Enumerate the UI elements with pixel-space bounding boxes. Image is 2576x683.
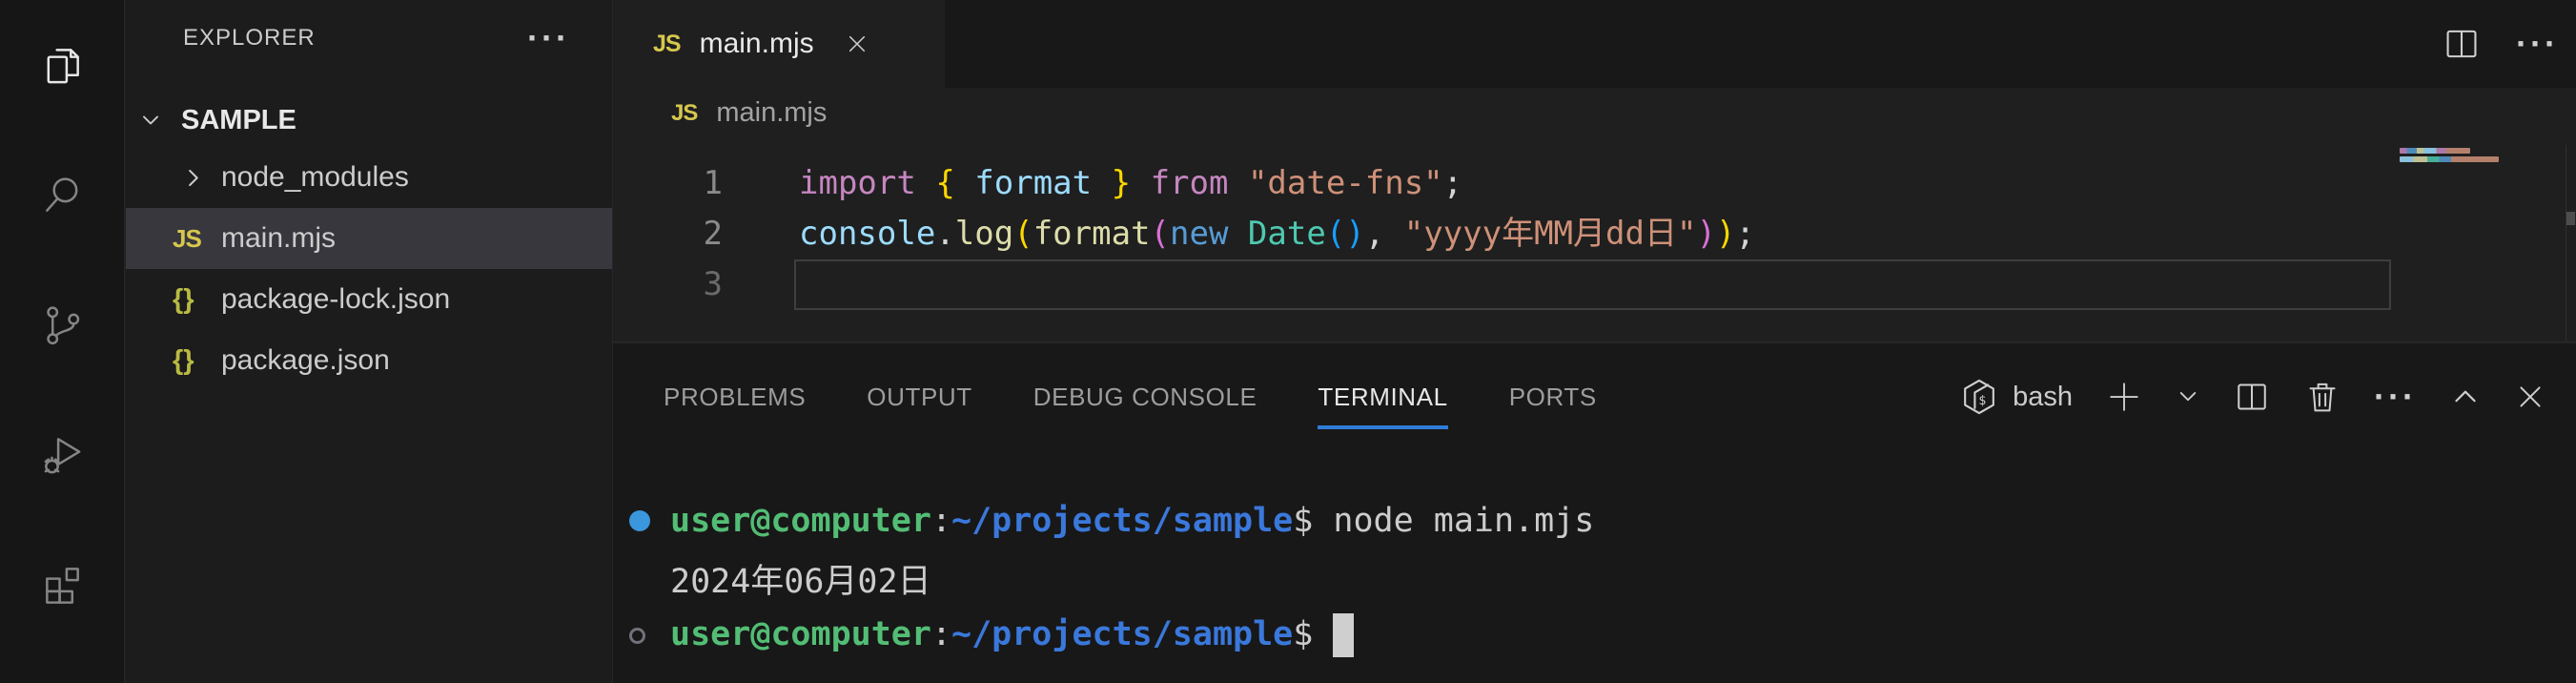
terminal-row: user@computer:~/projects/sample$ (613, 607, 2576, 664)
line-number: 2 (613, 209, 723, 259)
tree-item-icon (173, 165, 221, 191)
tree-item-icon: {} (173, 345, 221, 377)
editor-group: JS main.mjs ··· JS main.mjs 1 import { fo… (612, 0, 2576, 683)
terminal-gutter (613, 628, 670, 644)
terminal-text: 2024年06月02日 (670, 554, 931, 603)
close-icon (845, 31, 869, 56)
js-file-icon: JS (653, 31, 681, 58)
activity-item-source-control[interactable] (0, 259, 124, 389)
tree-item-icon: {} (173, 284, 221, 316)
panel-tab-problems[interactable]: PROBLEMS (664, 343, 806, 450)
search-icon (40, 173, 85, 217)
activity-item-search[interactable] (0, 130, 124, 259)
explorer-more-icon[interactable]: ··· (527, 29, 570, 48)
minimap-line (2400, 148, 2470, 154)
line-number: 1 (613, 158, 723, 209)
panel-tabs: PROBLEMS OUTPUT DEBUG CONSOLE TERMINAL PORTS (664, 343, 1658, 450)
tree-item-label: package.json (221, 344, 390, 377)
command-success-dot-icon (629, 510, 650, 531)
terminal-cursor (1333, 613, 1354, 657)
extensions-icon (40, 562, 85, 607)
terminal-text: user@computer:~/projects/sample$ (670, 613, 1354, 657)
explorer-item-package.json[interactable]: {} package.json (126, 330, 612, 391)
explorer-root-label: SAMPLE (181, 105, 296, 136)
chevron-right-icon (180, 165, 206, 191)
activity-item-explorer[interactable] (0, 0, 124, 130)
panel-actions: $ bash ··· (1959, 343, 2546, 450)
panel-header: PROBLEMS OUTPUT DEBUG CONSOLE TERMINAL PORTS… (613, 343, 2576, 450)
activity-bar (0, 0, 125, 683)
explorer-root-folder[interactable]: SAMPLE (126, 93, 612, 147)
kill-terminal-trash-icon[interactable] (2303, 378, 2341, 416)
explorer-tree-items: node_modules JS main.mjs {} package-lock.jso… (126, 147, 612, 391)
editor-scrollbar[interactable] (2566, 145, 2576, 342)
json-file-icon: {} (173, 284, 194, 316)
js-file-icon: JS (173, 224, 201, 254)
editor-scrollbar-thumb[interactable] (2566, 212, 2575, 225)
tree-item-icon: JS (173, 224, 221, 254)
editor-actions: ··· (2442, 0, 2559, 88)
code-text: import { format } from "date-fns"; (799, 158, 1462, 209)
command-pending-circle-icon (629, 628, 645, 644)
panel-tab-debug-console[interactable]: DEBUG CONSOLE (1033, 343, 1257, 450)
explorer-item-node_modules[interactable]: node_modules (126, 147, 612, 208)
terminal-row: 2024年06月02日 (613, 549, 2576, 607)
bottom-panel: PROBLEMS OUTPUT DEBUG CONSOLE TERMINAL PORTS… (613, 342, 2576, 683)
tree-item-label: node_modules (221, 161, 409, 194)
files-icon (40, 43, 85, 88)
activity-item-run-debug[interactable] (0, 389, 124, 519)
run-and-debug-icon (40, 432, 85, 477)
panel-tab-output[interactable]: OUTPUT (867, 343, 971, 450)
chevron-down-icon (137, 107, 164, 134)
explorer-title: EXPLORER (183, 25, 316, 52)
activity-item-extensions[interactable] (0, 519, 124, 649)
js-file-icon: JS (671, 100, 697, 127)
tree-item-label: main.mjs (221, 222, 336, 255)
explorer-header: EXPLORER ··· (126, 0, 612, 76)
tab-label: main.mjs (700, 28, 814, 60)
close-panel-icon[interactable] (2514, 381, 2546, 413)
code-lines: 1 import { format } from "date-fns"; 2 cons… (613, 158, 2576, 310)
minimap[interactable] (2400, 148, 2503, 205)
code-editor[interactable]: 1 import { format } from "date-fns"; 2 cons… (613, 138, 2576, 342)
editor-more-icon[interactable]: ··· (2516, 34, 2559, 53)
terminal-gutter (613, 510, 670, 531)
line-number: 3 (613, 259, 723, 310)
terminal-row: user@computer:~/projects/sample$ node ma… (613, 492, 2576, 549)
code-line-2[interactable]: 2 console.log(format(new Date(), "yyyy年MM… (613, 209, 2576, 259)
terminal-text: user@computer:~/projects/sample$ node ma… (670, 502, 1594, 540)
panel-more-icon[interactable]: ··· (2374, 387, 2417, 406)
breadcrumb-file-label: main.mjs (716, 97, 827, 129)
bash-terminal-icon: $ (1959, 377, 1999, 417)
new-terminal-icon[interactable] (2105, 378, 2143, 416)
panel-tab-terminal[interactable]: TERMINAL (1318, 343, 1447, 450)
explorer-item-package-lock.json[interactable]: {} package-lock.json (126, 269, 612, 330)
tree-item-label: package-lock.json (221, 283, 450, 316)
tab-close-button[interactable] (845, 31, 869, 56)
terminal-output[interactable]: user@computer:~/projects/sample$ node ma… (613, 492, 2576, 664)
tab-main-mjs[interactable]: JS main.mjs (613, 0, 945, 88)
code-line-3[interactable]: 3 (613, 259, 2576, 310)
sidebar-explorer: EXPLORER ··· SAMPLE node_modules JS main.m… (126, 0, 612, 683)
code-line-1[interactable]: 1 import { format } from "date-fns"; (613, 158, 2576, 209)
split-terminal-icon[interactable] (2233, 378, 2271, 416)
svg-text:$: $ (1978, 394, 1986, 408)
terminal-shell-badge[interactable]: $ bash (1959, 377, 2073, 417)
shell-name-label: bash (2013, 382, 2073, 413)
breadcrumb[interactable]: JS main.mjs (613, 88, 2576, 138)
launch-profile-chevron-icon[interactable] (2176, 384, 2200, 409)
minimap-line (2400, 156, 2499, 162)
explorer-item-main.mjs[interactable]: JS main.mjs (126, 208, 612, 269)
code-text: console.log(format(new Date(), "yyyy年MM月… (799, 209, 1755, 259)
json-file-icon: {} (173, 345, 194, 377)
source-control-icon (40, 302, 85, 347)
maximize-panel-chevron-up-icon[interactable] (2449, 381, 2482, 413)
editor-tab-bar: JS main.mjs ··· (613, 0, 2576, 88)
panel-tab-ports[interactable]: PORTS (1509, 343, 1597, 450)
split-editor-icon[interactable] (2442, 24, 2482, 64)
